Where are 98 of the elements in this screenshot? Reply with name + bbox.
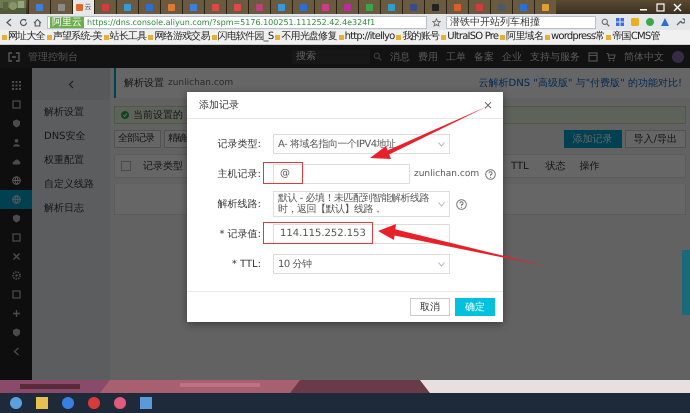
column-header: TTL bbox=[511, 160, 529, 172]
bookmark-link[interactable]: 阿里域名 bbox=[500, 31, 544, 43]
bookmark-link[interactable]: wordpress常 bbox=[545, 31, 604, 43]
checkbox[interactable] bbox=[121, 161, 131, 171]
browser-tab[interactable] bbox=[116, 0, 138, 14]
shield-icon bbox=[12, 328, 20, 337]
bookmark-link[interactable]: UltraISO Pre bbox=[441, 31, 498, 43]
browser-tab[interactable] bbox=[226, 0, 248, 14]
bookmark-link[interactable]: 网址大全 bbox=[2, 31, 45, 43]
search-field[interactable]: 潜铁中开站列车相撞 bbox=[446, 16, 596, 28]
domain-label: zunlichan.com bbox=[168, 78, 234, 88]
bookmark-link[interactable]: 不用光盘修复 bbox=[275, 31, 337, 43]
browser-icon[interactable] bbox=[62, 397, 74, 409]
browser-tab[interactable] bbox=[380, 0, 402, 14]
alert-text: 当前设置的 bbox=[133, 108, 183, 122]
browser-tab[interactable] bbox=[314, 0, 336, 14]
column-header: 状态 bbox=[546, 160, 566, 173]
star-icon[interactable] bbox=[432, 18, 441, 26]
bookmark-link[interactable]: 闪电软件园_S bbox=[212, 31, 274, 43]
close-icon[interactable] bbox=[673, 2, 682, 12]
cross-icon bbox=[12, 252, 20, 261]
globe-icon bbox=[12, 176, 20, 185]
wrench-icon[interactable] bbox=[675, 17, 685, 27]
maximize-icon[interactable] bbox=[656, 2, 665, 12]
bookmark-link[interactable]: 帝国CMS管 bbox=[606, 31, 660, 43]
chevron-left-icon bbox=[68, 80, 74, 88]
square-icon bbox=[12, 290, 20, 299]
cart-icon[interactable] bbox=[606, 52, 616, 62]
url-text: https://dns.console.aliyun.com/?spm=5176.100251.111252.42.4e324f1 bbox=[87, 18, 376, 26]
browser-tab[interactable] bbox=[534, 0, 556, 14]
plus-icon bbox=[12, 309, 20, 318]
gear-icon bbox=[12, 271, 20, 280]
browser-tab[interactable] bbox=[512, 0, 534, 14]
field-label: 主机记录: bbox=[216, 168, 261, 181]
square-icon bbox=[12, 233, 20, 242]
browser-tab[interactable] bbox=[160, 0, 182, 14]
app-icon[interactable] bbox=[88, 397, 100, 409]
grid-icon[interactable] bbox=[615, 17, 625, 27]
field-label: 记录类型: bbox=[216, 138, 261, 151]
site-badge: 阿里云 bbox=[50, 16, 84, 28]
browser-tab[interactable] bbox=[248, 0, 270, 14]
caret-icon bbox=[438, 262, 445, 266]
close-button[interactable]: × bbox=[482, 99, 493, 111]
window-icon[interactable] bbox=[588, 52, 598, 62]
refresh-icon[interactable] bbox=[19, 18, 28, 26]
browser-tab[interactable] bbox=[50, 0, 72, 14]
select-field[interactable]: 默认 - 必填！未匹配到智能解析线路时，返回【默认】线路， bbox=[273, 191, 450, 217]
toolbar-button[interactable]: 导入/导出 bbox=[624, 130, 686, 148]
filter-dropdown[interactable]: 全部记录 bbox=[114, 130, 161, 148]
help-icon[interactable] bbox=[485, 168, 496, 180]
square-icon bbox=[12, 100, 20, 109]
caret-icon bbox=[438, 202, 445, 206]
search-icon[interactable] bbox=[601, 18, 610, 26]
back-icon[interactable] bbox=[5, 18, 14, 26]
browser-tab[interactable] bbox=[468, 0, 490, 14]
grid-icon bbox=[12, 81, 20, 90]
browser-tab[interactable] bbox=[204, 0, 226, 14]
column-header: 操作 bbox=[580, 160, 600, 173]
bookmark-link[interactable]: http://itellyo bbox=[338, 31, 394, 43]
bookmark-link[interactable]: 我的账号 bbox=[396, 31, 440, 43]
cancel-button[interactable]: 取消 bbox=[410, 298, 450, 316]
caret-icon bbox=[438, 142, 445, 146]
dialog-title: 添加记录 bbox=[199, 98, 239, 112]
browser-tab[interactable] bbox=[446, 0, 468, 14]
select-field[interactable]: 10 分钟 bbox=[273, 254, 450, 274]
start-icon[interactable] bbox=[10, 397, 22, 409]
browser-tab[interactable] bbox=[292, 0, 314, 14]
globe-icon bbox=[12, 195, 20, 204]
check-circle-icon bbox=[121, 111, 129, 119]
browser-tab[interactable] bbox=[28, 0, 50, 14]
browser-tab[interactable] bbox=[182, 0, 204, 14]
select-value: 默认 - 必填！未匹配到智能解析线路时，返回【默认】线路， bbox=[278, 193, 430, 215]
app-icon[interactable] bbox=[114, 397, 126, 409]
bookmark-link[interactable]: 网络游戏交易 bbox=[148, 31, 210, 43]
shield-icon bbox=[12, 119, 20, 128]
person-icon bbox=[12, 138, 20, 147]
browser-tab[interactable] bbox=[270, 0, 292, 14]
bookmark-link[interactable]: 站长工具 bbox=[104, 31, 146, 43]
select-value: 10 分钟 bbox=[278, 258, 312, 270]
cloud-icon bbox=[12, 157, 20, 166]
address-field[interactable]: 阿里云 https://dns.console.aliyun.com/?spm=5176.100251.111252.42.4e324f1 bbox=[47, 16, 427, 28]
browser-tab[interactable] bbox=[358, 0, 380, 14]
help-icon[interactable] bbox=[456, 198, 467, 210]
field-label: * 记录值: bbox=[218, 228, 261, 241]
search-field[interactable]: 搜索 bbox=[292, 50, 370, 64]
home-icon[interactable] bbox=[33, 18, 42, 26]
chevron-icon bbox=[12, 347, 20, 356]
shield-icon bbox=[12, 214, 20, 223]
browser-tab[interactable] bbox=[138, 0, 160, 14]
browser-tab[interactable] bbox=[94, 0, 116, 14]
domain-suffix: zunlichan.com bbox=[414, 169, 480, 179]
browser-tab[interactable] bbox=[336, 0, 358, 14]
field-label: * TTL: bbox=[230, 258, 261, 270]
column-header: 记录类型 bbox=[143, 160, 183, 173]
page-title: 解析设置 bbox=[124, 76, 164, 90]
bookmark-link[interactable]: 声望系统-美 bbox=[46, 31, 102, 43]
console-logo-icon[interactable] bbox=[8, 52, 20, 62]
field-label: 解析线路: bbox=[216, 198, 261, 211]
